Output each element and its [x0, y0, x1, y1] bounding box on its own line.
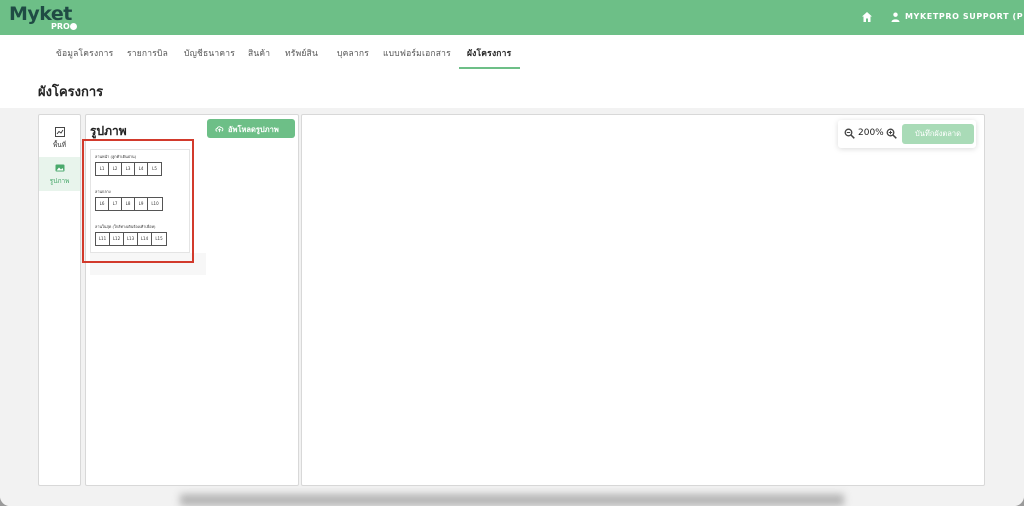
slot: L1 — [96, 163, 109, 175]
slot: L3 — [122, 163, 135, 175]
user-menu[interactable]: MYKETPRO SUPPORT (P) — [905, 12, 1024, 21]
slot: L8 — [122, 198, 135, 210]
slot: L7 — [109, 198, 122, 210]
zoom-level: 200% — [858, 128, 884, 138]
zone-label: ลานในสุด (ใกล้ทางเดินร้องเท้าเพื่อห) — [95, 224, 156, 229]
slot: L14 — [138, 233, 152, 245]
tab-project-info[interactable]: ข้อมูลโครงการ — [56, 46, 113, 60]
top-bar: Myket PRO MYKETPRO SUPPORT (P) — [0, 0, 1024, 35]
app-window: Myket PRO MYKETPRO SUPPORT (P) ข้อมูลโคร… — [0, 0, 1024, 506]
slot: L11 — [96, 233, 110, 245]
slot: L5 — [152, 166, 157, 171]
upload-image-label: อัพโหลดรูปภาพ — [228, 125, 279, 134]
zone-label: ลานกลาง — [95, 189, 111, 194]
slot: L2 — [109, 163, 122, 175]
workspace: พื้นที่ รูปภาพ รูปภาพ อัพโหลดรูปภาพ ลานห… — [0, 108, 1024, 506]
slot: L6 — [96, 198, 109, 210]
slot: L10 — [151, 201, 159, 206]
tab-project-layout[interactable]: ผังโครงการ — [467, 46, 511, 60]
zoom-out-icon[interactable] — [844, 128, 855, 139]
home-icon[interactable] — [861, 11, 873, 23]
title-bar: ผังโครงการ — [0, 70, 1024, 108]
tab-products[interactable]: สินค้า — [248, 46, 270, 60]
tab-bank-accounts[interactable]: บัญชีธนาคาร — [184, 46, 235, 60]
logo-mark-icon — [70, 23, 77, 30]
slot: L15 — [155, 236, 163, 241]
tool-sidebar: พื้นที่ รูปภาพ — [38, 114, 81, 486]
logo-sub: PRO — [51, 22, 70, 31]
images-panel: รูปภาพ อัพโหลดรูปภาพ ลานหน้า (ลูกค้าเดิน… — [85, 114, 299, 486]
sidebar-item-images[interactable]: รูปภาพ — [39, 157, 80, 191]
slot: L13 — [124, 233, 138, 245]
slot: L4 — [135, 163, 148, 175]
image-icon — [55, 164, 65, 172]
zone-row: L11 L12 L13 L14 L15 — [95, 232, 167, 246]
layout-canvas[interactable] — [301, 114, 985, 486]
zoom-in-icon[interactable] — [886, 128, 897, 139]
area-chart-icon — [55, 127, 65, 137]
tab-bar: ข้อมูลโครงการ รายการบิล บัญชีธนาคาร สินค… — [0, 35, 1024, 70]
window-shadow — [180, 494, 844, 506]
zoom-toolbar: 200% บันทึกผังตลาด — [838, 120, 976, 148]
sidebar-item-label: รูปภาพ — [49, 177, 70, 185]
tab-document-forms[interactable]: แบบฟอร์มเอกสาร — [383, 46, 451, 60]
zone-row: L6 L7 L8 L9 L10 — [95, 197, 163, 211]
user-icon — [891, 12, 900, 22]
page-title: ผังโครงการ — [38, 85, 104, 100]
tab-assets[interactable]: ทรัพย์สิน — [285, 46, 318, 60]
slot: L9 — [135, 198, 148, 210]
zone-row: L1 L2 L3 L4 L5 — [95, 162, 162, 176]
upload-image-button[interactable]: อัพโหลดรูปภาพ — [207, 119, 295, 138]
panel-title: รูปภาพ — [90, 124, 127, 138]
tab-bills[interactable]: รายการบิล — [127, 46, 168, 60]
cloud-upload-icon — [215, 126, 224, 133]
tab-personnel[interactable]: บุคลากร — [337, 46, 369, 60]
active-tab-indicator — [459, 67, 520, 69]
sidebar-item-area[interactable]: พื้นที่ — [39, 121, 80, 155]
layout-image-thumbnail[interactable]: ลานหน้า (ลูกค้าเดินผ่าน) L1 L2 L3 L4 L5 … — [90, 149, 190, 253]
sidebar-item-label: พื้นที่ — [52, 141, 66, 149]
zone-label: ลานหน้า (ลูกค้าเดินผ่าน) — [95, 154, 137, 159]
slot: L12 — [110, 233, 124, 245]
thumbnail-footer — [90, 253, 206, 275]
logo[interactable]: Myket PRO — [9, 3, 77, 33]
save-layout-button[interactable]: บันทึกผังตลาด — [902, 124, 974, 144]
